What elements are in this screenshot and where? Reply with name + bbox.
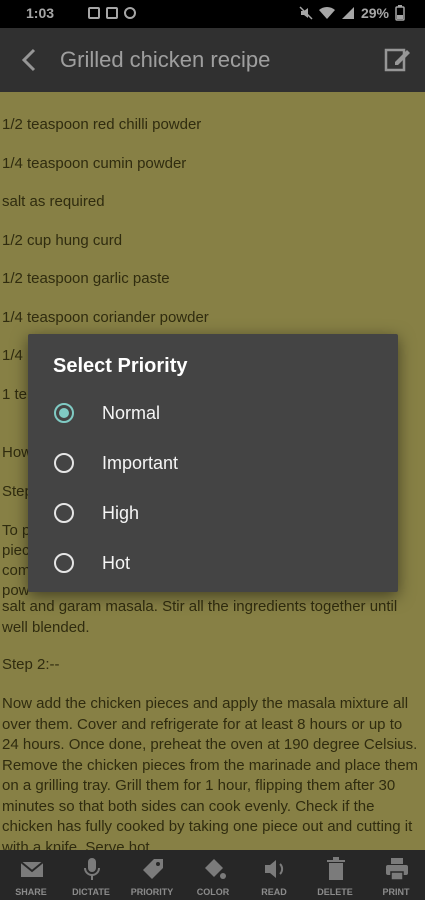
radio-unselected-icon[interactable] <box>54 453 74 473</box>
option-label: High <box>102 503 140 523</box>
priority-option-normal[interactable]: Normal <box>28 391 398 435</box>
priority-option-important[interactable]: Important <box>28 441 398 485</box>
priority-dialog: Select Priority Normal Important High Ho… <box>28 334 398 592</box>
option-label: Normal <box>102 403 161 423</box>
dialog-title: Select Priority <box>53 355 188 377</box>
option-label: Hot <box>102 553 131 573</box>
radio-unselected-icon[interactable] <box>54 553 74 573</box>
priority-option-high[interactable]: High <box>28 491 398 535</box>
priority-option-hot[interactable]: Hot <box>28 541 398 585</box>
option-label: Important <box>102 453 179 473</box>
radio-unselected-icon[interactable] <box>54 503 74 523</box>
radio-selected-icon[interactable] <box>54 403 74 423</box>
